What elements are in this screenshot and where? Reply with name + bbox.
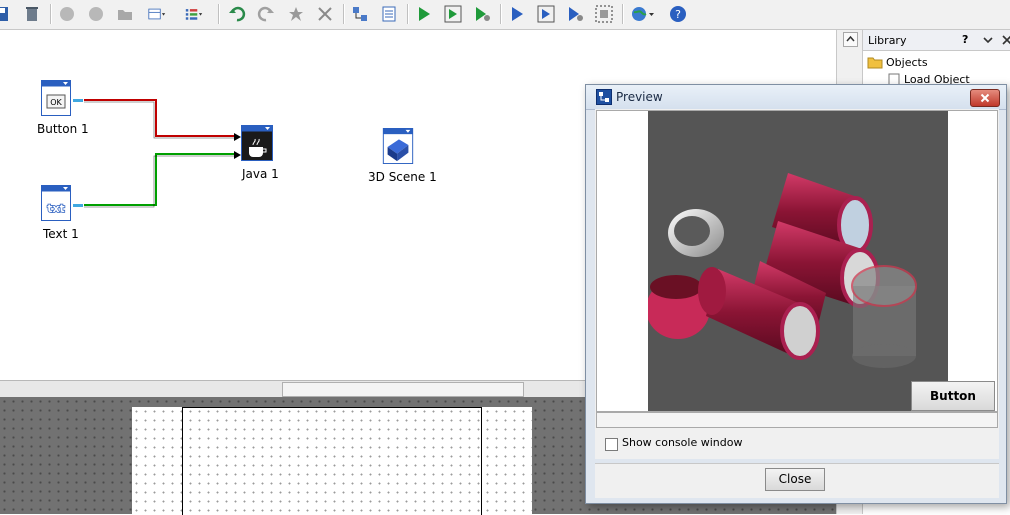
arrow-head xyxy=(234,133,241,141)
3d-scene-render[interactable] xyxy=(646,111,948,411)
save-icon[interactable] xyxy=(0,5,10,23)
globe-dropdown-icon[interactable] xyxy=(630,5,656,23)
show-console-label: Show console window xyxy=(622,436,743,449)
table-dropdown-icon[interactable] xyxy=(148,5,166,23)
play-icon[interactable] xyxy=(508,5,526,23)
node-label: Text 1 xyxy=(43,227,79,241)
grid-icon[interactable] xyxy=(595,5,613,23)
arrow-head xyxy=(234,151,241,159)
connection-button-to-java xyxy=(84,99,236,137)
run-icon[interactable] xyxy=(415,5,433,23)
dialog-title: Preview xyxy=(616,90,663,104)
dialog-title-bar[interactable]: Preview xyxy=(586,85,1006,110)
play-step-icon[interactable] xyxy=(537,5,555,23)
trash-icon[interactable] xyxy=(23,5,41,23)
close-button[interactable]: Close xyxy=(765,468,825,491)
app-icon xyxy=(596,89,612,105)
library-header: Library ? xyxy=(863,30,1010,51)
library-title: Library xyxy=(868,34,907,47)
dialog-body: Button Show console window xyxy=(595,109,999,459)
preview-viewport[interactable]: Button xyxy=(596,110,998,412)
text-node-icon: txt xyxy=(41,185,71,221)
play-debug-icon[interactable] xyxy=(566,5,584,23)
scroll-up-button[interactable] xyxy=(843,32,858,47)
library-help-button[interactable]: ? xyxy=(962,33,968,46)
connect-icon[interactable] xyxy=(351,5,369,23)
redo-icon[interactable] xyxy=(257,5,275,23)
delete-icon[interactable] xyxy=(287,5,305,23)
scene-node-icon xyxy=(382,128,414,164)
node-label: Java 1 xyxy=(242,167,279,181)
list-dropdown-icon[interactable] xyxy=(185,5,203,23)
node-label: 3D Scene 1 xyxy=(368,170,437,184)
java-node-icon xyxy=(241,125,273,161)
document-icon[interactable] xyxy=(380,5,398,23)
status-strip xyxy=(596,412,998,428)
chevron-down-icon[interactable] xyxy=(983,36,993,44)
library-item-load-object[interactable]: Load Object xyxy=(887,72,1007,84)
scrollbar-thumb[interactable] xyxy=(282,382,524,397)
close-icon[interactable] xyxy=(316,5,334,23)
svg-text:OK: OK xyxy=(50,98,62,107)
node-label: Button 1 xyxy=(37,122,89,136)
chevron-up-icon xyxy=(846,35,855,42)
svg-text:txt: txt xyxy=(47,202,65,215)
document-icon xyxy=(888,73,900,84)
run-step-icon[interactable] xyxy=(444,5,462,23)
circle-icon[interactable] xyxy=(87,5,105,23)
3d-cylinders-image xyxy=(646,173,917,368)
close-icon[interactable] xyxy=(1002,35,1010,45)
folder-icon[interactable] xyxy=(116,5,134,23)
library-item-objects[interactable]: Objects xyxy=(867,55,1007,71)
preview-scene-button[interactable]: Button xyxy=(911,381,995,411)
button-node-icon: OK xyxy=(41,80,71,116)
dialog-close-button[interactable] xyxy=(970,89,1000,107)
library-item-label: Objects xyxy=(886,56,928,69)
run-debug-icon[interactable] xyxy=(473,5,491,23)
circle-icon[interactable] xyxy=(58,5,76,23)
svg-text:?: ? xyxy=(675,8,681,21)
layout-page[interactable] xyxy=(132,407,532,515)
layout-frame[interactable] xyxy=(182,407,482,515)
close-icon xyxy=(980,93,990,103)
undo-icon[interactable] xyxy=(228,5,246,23)
connection-text-to-java xyxy=(84,153,236,206)
folder-icon xyxy=(867,57,883,69)
main-toolbar: ? xyxy=(0,0,1010,30)
show-console-checkbox[interactable] xyxy=(605,438,618,451)
preview-dialog: Preview Button Show console window Close xyxy=(585,84,1007,504)
help-icon[interactable]: ? xyxy=(669,5,687,23)
library-item-label: Load Object xyxy=(904,73,970,84)
dialog-footer: Close xyxy=(595,463,999,498)
